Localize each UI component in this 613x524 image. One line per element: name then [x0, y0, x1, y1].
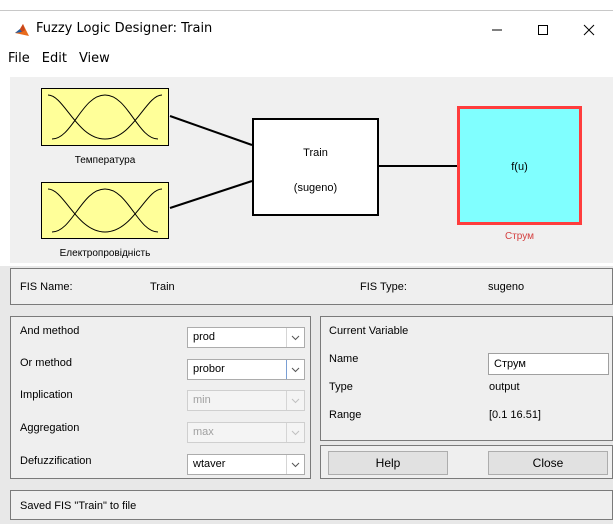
fis-info-panel: FIS Name: Train FIS Type: sugeno	[10, 268, 613, 305]
chevron-down-icon	[286, 328, 304, 347]
chevron-down-icon	[286, 391, 304, 410]
fis-diagram: Температура Електропровідність Train (su…	[10, 77, 613, 263]
fis-type-value: sugeno	[488, 281, 525, 293]
variable-type-value: output	[489, 381, 520, 393]
help-button[interactable]: Help	[328, 451, 448, 475]
defuzzification-select[interactable]: wtaver	[187, 454, 305, 475]
chevron-down-icon	[286, 455, 304, 474]
input-temperatura-box[interactable]	[41, 88, 169, 146]
fis-system-box[interactable]: Train (sugeno)	[252, 118, 379, 216]
current-variable-header: Current Variable	[329, 325, 409, 337]
matlab-icon	[14, 22, 30, 38]
aggregation-value: max	[193, 426, 214, 438]
membership-functions-icon	[47, 188, 163, 233]
fis-name-value: Train	[150, 281, 175, 293]
close-window-button[interactable]	[566, 16, 612, 44]
title-bar-divider	[0, 10, 613, 11]
system-type: (sugeno)	[293, 182, 338, 194]
output-strum-label: Струм	[504, 231, 534, 242]
fis-name-label: FIS Name:	[20, 281, 73, 293]
implication-select: min	[187, 390, 305, 411]
and-method-select[interactable]: prod	[187, 327, 305, 348]
chevron-down-icon	[286, 423, 304, 442]
or-method-value: probor	[193, 363, 225, 375]
and-method-label: And method	[20, 325, 80, 337]
minimize-button[interactable]	[474, 16, 520, 44]
maximize-button[interactable]	[520, 16, 566, 44]
aggregation-label: Aggregation	[20, 422, 80, 434]
variable-name-input[interactable]: Струм	[488, 353, 609, 375]
output-strum-box[interactable]: f(u)	[457, 106, 582, 225]
variable-type-label: Type	[329, 381, 353, 393]
methods-panel: And method prod Or method probor Implica…	[10, 316, 311, 479]
menu-file[interactable]: File	[0, 48, 36, 70]
status-message: Saved FIS "Train" to file	[20, 500, 137, 512]
variable-name-label: Name	[329, 353, 359, 365]
input-elektroprovidnist-box[interactable]	[41, 182, 169, 239]
variable-range-value: [0.1 16.51]	[489, 409, 541, 421]
implication-label: Implication	[20, 389, 73, 401]
implication-value: min	[193, 394, 211, 406]
menu-view[interactable]: View	[73, 48, 116, 70]
defuzzification-label: Defuzzification	[20, 455, 92, 467]
system-name: Train	[303, 147, 328, 159]
status-bar: Saved FIS "Train" to file	[10, 490, 613, 520]
or-method-select[interactable]: probor	[187, 359, 305, 380]
menu-edit[interactable]: Edit	[36, 48, 73, 70]
or-method-label: Or method	[20, 357, 72, 369]
close-button[interactable]: Close	[488, 451, 608, 475]
buttons-panel: Help Close	[320, 445, 613, 479]
maximize-icon	[538, 25, 548, 35]
current-variable-panel: Current Variable Name Струм Type output …	[320, 316, 613, 441]
input-temperatura-label: Температура	[74, 155, 136, 166]
membership-functions-icon	[47, 94, 163, 140]
input-elektroprovidnist-label: Електропровідність	[59, 248, 151, 259]
close-icon	[583, 24, 595, 36]
menu-bar: File Edit View	[0, 48, 116, 70]
minimize-icon	[492, 29, 502, 31]
defuzzification-value: wtaver	[193, 458, 226, 470]
variable-range-label: Range	[329, 409, 362, 421]
window-title: Fuzzy Logic Designer: Train	[36, 21, 213, 36]
output-function: f(u)	[511, 161, 528, 173]
aggregation-select: max	[187, 422, 305, 443]
chevron-down-icon	[286, 360, 304, 379]
and-method-value: prod	[193, 331, 216, 343]
fis-type-label: FIS Type:	[360, 281, 407, 293]
